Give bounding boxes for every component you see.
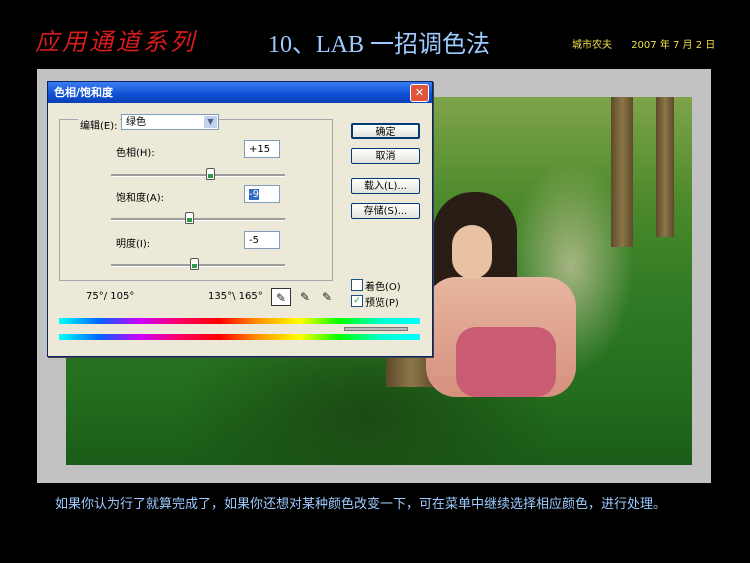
series-title: 应用通道系列: [35, 28, 197, 56]
colorize-checkbox[interactable]: [351, 279, 363, 291]
edit-label: 编辑(E):: [78, 117, 120, 132]
color-range-bar[interactable]: [59, 326, 420, 332]
range-right-value: 135°\ 165°: [208, 291, 263, 302]
edit-select[interactable]: 绿色 ▼: [121, 114, 219, 130]
author: 城市农夫: [572, 40, 612, 51]
saturation-slider-thumb[interactable]: [185, 212, 195, 224]
tree-trunk: [611, 97, 633, 247]
hue-input[interactable]: +15: [244, 140, 280, 158]
preview-label[interactable]: 预览(P): [365, 294, 399, 309]
chevron-down-icon[interactable]: ▼: [204, 116, 217, 128]
hue-saturation-dialog: 色相/饱和度 ✕ 编辑(E): 绿色 ▼ 色相(H): +15 饱和度(A): …: [47, 81, 433, 357]
color-spectrum-bottom: [59, 334, 420, 340]
ok-button[interactable]: 确定: [351, 123, 420, 139]
dialog-titlebar[interactable]: 色相/饱和度 ✕: [48, 82, 432, 103]
range-left-value: 75°/ 105°: [86, 291, 135, 302]
cancel-button[interactable]: 取消: [351, 148, 420, 164]
caption-text: 如果你认为行了就算完成了，如果你还想对某种颜色改变一下，可在菜单中继续选择相应颜…: [55, 497, 667, 512]
saturation-input[interactable]: -9: [244, 185, 280, 203]
date: 2007 年 7 月 2 日: [631, 40, 716, 51]
dialog-title: 色相/饱和度: [54, 86, 114, 99]
preview-checkbox[interactable]: ✓: [351, 295, 363, 307]
save-button[interactable]: 存储(S)...: [351, 203, 420, 219]
close-icon[interactable]: ✕: [410, 84, 429, 102]
girl-dress: [456, 327, 556, 397]
hue-slider-thumb[interactable]: [206, 168, 216, 180]
eyedropper-icon[interactable]: ✎: [271, 288, 291, 306]
tree-trunk: [656, 97, 674, 237]
saturation-label: 饱和度(A):: [116, 193, 165, 204]
girl-face: [452, 225, 492, 279]
saturation-value: -9: [249, 189, 259, 200]
lightness-slider-thumb[interactable]: [189, 258, 199, 270]
load-button[interactable]: 载入(L)...: [351, 178, 420, 194]
meta-info: 城市农夫 2007 年 7 月 2 日: [572, 36, 731, 51]
adjust-group: [59, 119, 333, 281]
saturation-slider-track[interactable]: [111, 218, 285, 221]
color-range-segment[interactable]: [344, 327, 408, 331]
eyedropper-minus-icon[interactable]: ✎: [317, 288, 337, 306]
edit-select-value: 绿色: [126, 117, 146, 128]
hue-label: 色相(H):: [116, 148, 155, 159]
page-title: 10、LAB 一招调色法: [268, 32, 490, 58]
color-spectrum-top: [59, 318, 420, 324]
lightness-input[interactable]: -5: [244, 231, 280, 249]
colorize-label[interactable]: 着色(O): [365, 278, 401, 293]
hue-slider-track[interactable]: [111, 174, 285, 177]
eyedropper-plus-icon[interactable]: ✎: [295, 288, 315, 306]
lightness-label: 明度(I):: [116, 239, 151, 250]
